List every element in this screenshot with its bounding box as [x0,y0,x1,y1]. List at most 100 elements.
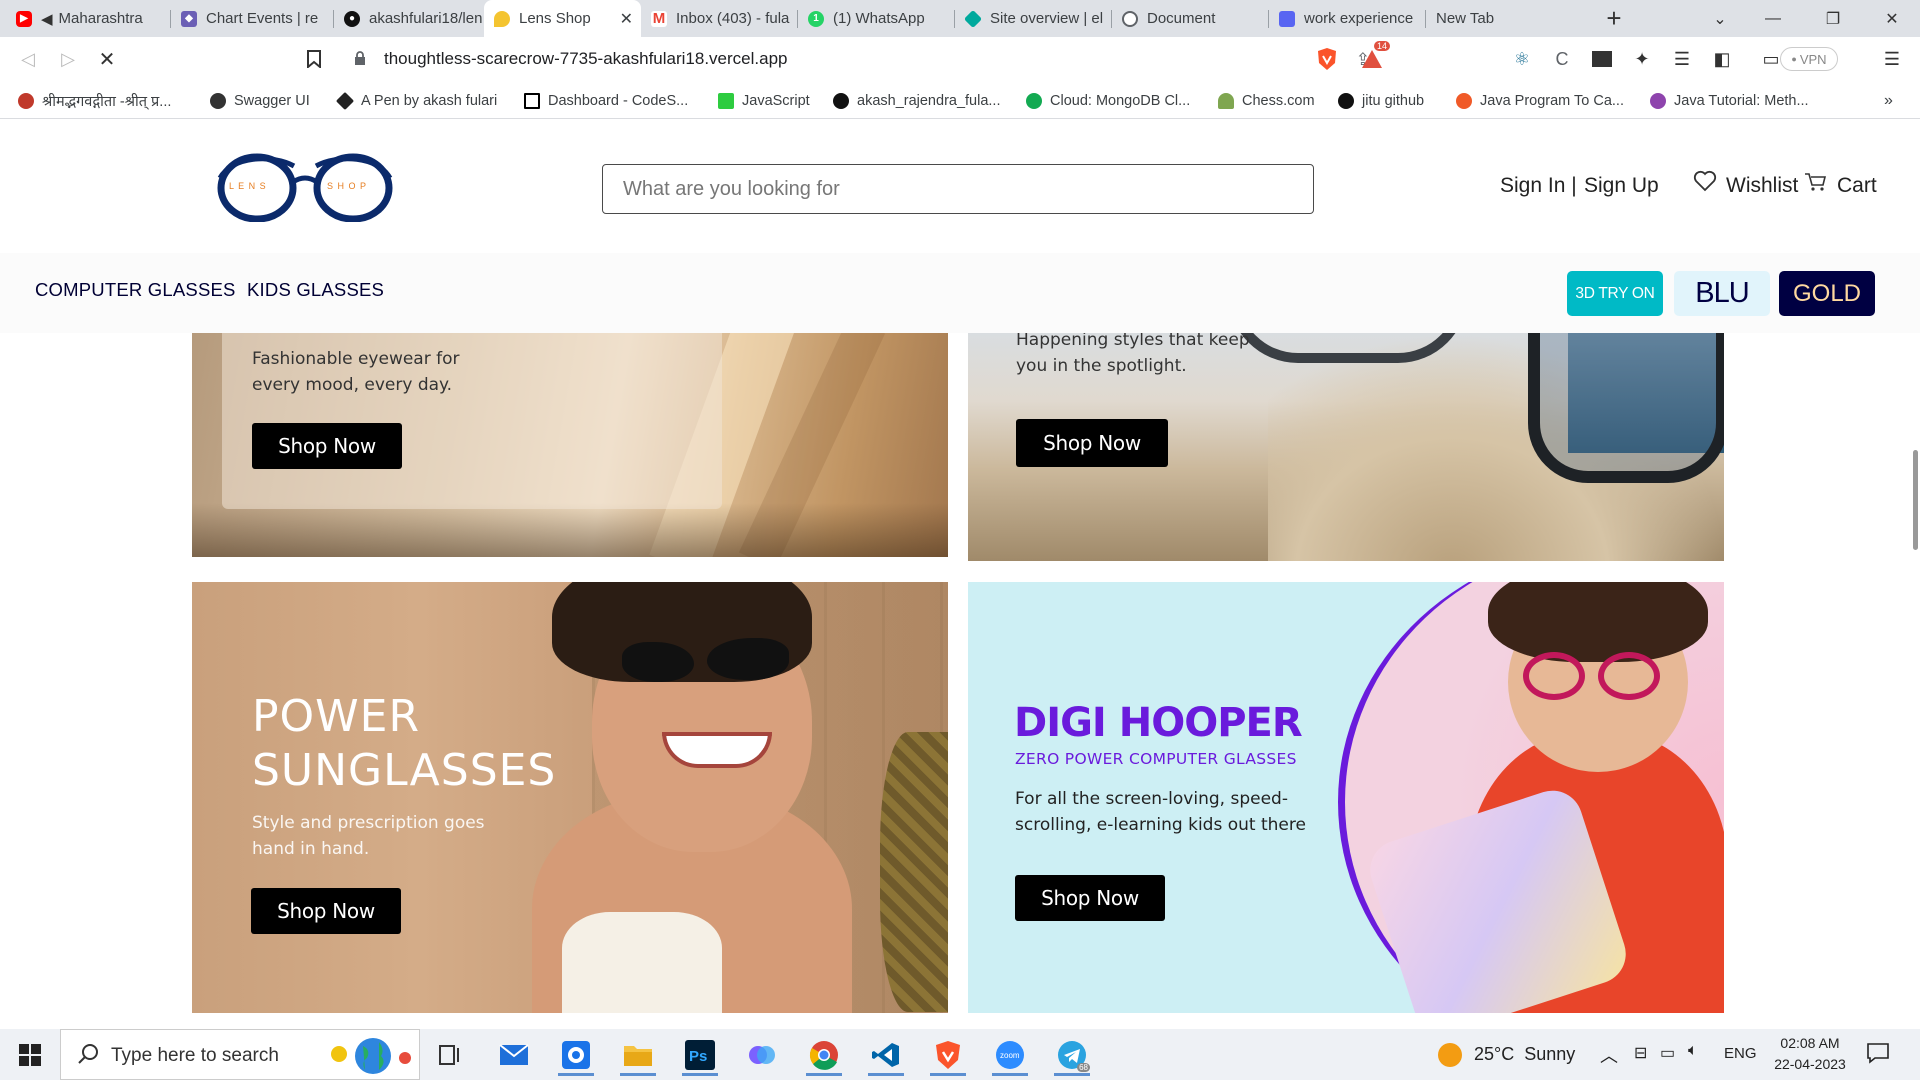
maximize-icon[interactable]: ❐ [1805,0,1861,37]
mute-icon[interactable]: ◀ [41,10,53,28]
vpn-button[interactable]: ● VPN [1780,47,1838,71]
minimize-icon[interactable]: — [1745,0,1801,37]
brave-rewards-icon[interactable]: 14 [1358,41,1390,73]
sign-in-link[interactable]: Sign In | [1500,174,1577,198]
bookmark-jitu-github[interactable]: jitu github [1338,82,1424,119]
bookmark-java-tutorial[interactable]: Java Tutorial: Meth... [1650,82,1809,119]
file-explorer-icon[interactable] [612,1033,664,1076]
blu-button[interactable]: BLU [1674,271,1770,316]
taskbar-search-placeholder: Type here to search [111,1045,279,1066]
page-scrollbar-thumb[interactable] [1913,450,1918,550]
control-panel-icon[interactable] [550,1033,602,1076]
close-tab-icon[interactable]: ✕ [620,9,633,29]
bookmark-favicon-icon [210,92,226,109]
cart-icon[interactable] [1804,172,1827,197]
bookmark-java-program[interactable]: Java Program To Ca... [1456,82,1624,119]
banner-power-sunglasses[interactable]: POWER SUNGLASSES Style and prescription … [192,582,948,1013]
tab-lens-shop[interactable]: Lens Shop ✕ [484,0,641,37]
bookmark-page-icon[interactable] [300,45,328,73]
tab-maharashtra[interactable]: ▶ ◀ Maharashtra [6,0,171,37]
gold-button[interactable]: GOLD [1779,271,1875,316]
shop-now-button[interactable]: Shop Now [252,423,402,469]
rewards-badge: 14 [1373,41,1390,51]
react-devtools-icon[interactable]: ⚛ [1508,45,1536,73]
shop-now-button[interactable]: Shop Now [1015,875,1165,921]
tab-document[interactable]: Document [1112,0,1269,37]
extension-c-icon[interactable]: C [1548,45,1576,73]
tab-work-experience[interactable]: work experience [1269,0,1426,37]
back-arrow-icon[interactable]: ◁ [14,45,42,73]
stop-loading-icon[interactable]: ✕ [93,45,121,73]
menu-icon[interactable]: ☰ [1878,45,1906,73]
sign-up-link[interactable]: Sign Up [1584,174,1659,198]
banner-everyday-eyewear[interactable]: Fashionable eyewear for every mood, ever… [192,333,948,557]
wishlist-link[interactable]: Wishlist [1726,174,1798,198]
windows-start-icon[interactable] [4,1033,56,1076]
tab-new-tab[interactable]: New Tab [1426,0,1583,37]
weather-text[interactable]: 25°C Sunny [1474,1044,1575,1065]
lens-shop-logo[interactable]: L E N S S H O P [212,152,398,223]
bookmark-codepen[interactable]: A Pen by akash fulari [335,82,497,119]
tab-label: (1) WhatsApp [833,10,925,27]
notifications-icon[interactable] [1866,1041,1890,1070]
nav-computer-glasses[interactable]: COMPUTER GLASSES [35,279,236,301]
tab-label: Document [1147,10,1216,27]
shop-now-button[interactable]: Shop Now [1016,419,1168,467]
telegram-icon[interactable]: 68 [1046,1033,1098,1076]
tray-chevron-up-icon[interactable]: ︿ [1600,1042,1618,1068]
tab-whatsapp[interactable]: 1 (1) WhatsApp [798,0,955,37]
tab-search-chevron-icon[interactable]: ⌄ [1692,0,1748,37]
bookmark-codesignal[interactable]: Dashboard - CodeS... [524,82,688,119]
bookmark-favicon-icon [18,92,34,109]
tab-gmail-inbox[interactable]: M Inbox (403) - fula [641,0,798,37]
network-icon[interactable]: ⊟ [1634,1043,1647,1063]
new-tab-plus-icon[interactable]: + [1586,0,1642,37]
bookmark-swagger[interactable]: Swagger UI [210,82,310,119]
clock[interactable]: 02:08 AM 22-04-2023 [1770,1033,1850,1075]
weather-sun-icon [1437,1042,1463,1073]
taskbar-search-box[interactable]: Type here to search [60,1029,420,1080]
bookmark-github-akash[interactable]: akash_rajendra_fula... [833,82,1001,119]
address-bar[interactable]: thoughtless-scarecrow-7735-akashfulari18… [336,42,1394,76]
extensions-puzzle-icon[interactable]: ✦ [1628,45,1656,73]
speaker-icon[interactable]: 🔈︎ [1688,1042,1698,1060]
task-view-icon[interactable] [424,1033,476,1076]
close-window-icon[interactable]: ✕ [1864,0,1920,37]
brave-browser-icon[interactable] [922,1033,974,1076]
sidebar-icon[interactable]: ◧ [1708,45,1736,73]
more-bookmarks-chevron-icon[interactable]: » [1884,82,1893,119]
nav-kids-glasses[interactable]: KIDS GLASSES [247,279,384,301]
bookmark-javascript[interactable]: JavaScript [718,82,810,119]
globe-icon [1122,10,1138,27]
banner-digi-hooper[interactable]: DIGI HOOPER ZERO POWER COMPUTER GLASSES … [968,582,1724,1013]
tab-site-overview[interactable]: Site overview | el [955,0,1112,37]
brave-shields-icon[interactable] [1313,45,1341,73]
bookmark-gita[interactable]: श्रीमद्भगवद्गीता -श्रीत् प्र... [18,82,171,119]
cart-link[interactable]: Cart [1837,174,1877,198]
bookmark-label: Cloud: MongoDB Cl... [1050,92,1191,109]
tab-github-repo[interactable]: ● akashfulari18/len [334,0,484,37]
shop-now-button[interactable]: Shop Now [251,888,401,934]
zoom-icon[interactable]: zoom [984,1033,1036,1076]
battery-icon[interactable]: ▭ [1660,1043,1675,1063]
chrome-icon[interactable] [798,1033,850,1076]
playlist-icon[interactable]: ☰ [1668,45,1696,73]
extension-dark-icon[interactable] [1588,45,1616,73]
lock-icon [354,51,366,71]
bookmark-label: Chess.com [1242,92,1315,109]
bookmark-mongodb[interactable]: Cloud: MongoDB Cl... [1026,82,1190,119]
copilot-icon[interactable] [736,1033,788,1076]
vscode-icon[interactable] [860,1033,912,1076]
site-search-input[interactable] [602,164,1314,214]
bookmark-chess[interactable]: Chess.com [1218,82,1315,119]
photoshop-icon[interactable]: Ps [674,1033,726,1076]
heart-icon[interactable] [1693,170,1717,197]
language-indicator[interactable]: ENG [1724,1045,1757,1062]
3d-try-on-button[interactable]: 3D TRY ON [1567,271,1663,316]
mail-icon[interactable] [488,1033,540,1076]
tab-chart-events[interactable]: ◆ Chart Events | re [171,0,334,37]
svg-text:zoom: zoom [1000,1051,1020,1060]
bookmark-label: Java Program To Ca... [1480,92,1624,109]
banner-spotlight-styles[interactable]: Happening styles that keep you in the sp… [968,333,1724,561]
forward-arrow-icon[interactable]: ▷ [54,45,82,73]
